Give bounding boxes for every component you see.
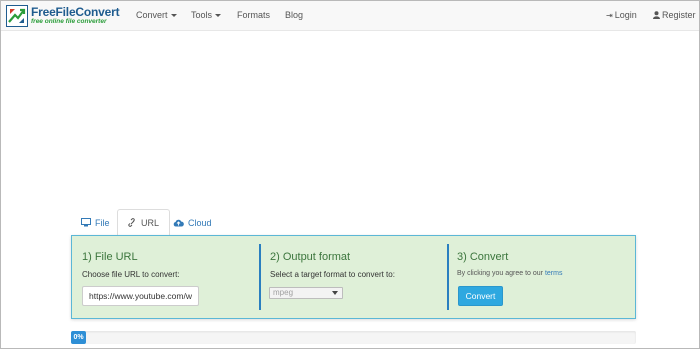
nav-formats-link[interactable]: Formats (237, 10, 270, 20)
tab-file-label: File (95, 217, 110, 228)
step2-title: 2) Output format (270, 251, 351, 263)
nav-tools-dropdown[interactable]: Tools (191, 10, 222, 20)
step1-title: 1) File URL (82, 251, 138, 263)
link-icon (128, 218, 137, 227)
monitor-icon (81, 218, 91, 227)
terms-link[interactable]: terms (545, 270, 563, 277)
nav-tools-label: Tools (191, 10, 213, 20)
nav-convert-label: Convert (136, 10, 168, 20)
user-icon (653, 11, 660, 19)
tab-cloud-label: Cloud (188, 217, 212, 228)
cloud-upload-icon (173, 219, 184, 227)
step-output-format: 2) Output format Select a target format … (261, 236, 447, 320)
step3-title: 3) Convert (457, 251, 509, 263)
output-format-select[interactable]: mpeg (269, 287, 343, 299)
tab-cloud[interactable]: Cloud (163, 209, 222, 236)
brand-logo[interactable]: FreeFileConvert free online file convert… (6, 4, 120, 28)
tab-file[interactable]: File (71, 209, 120, 236)
step-convert: 3) Convert By clicking you agree to our … (449, 236, 635, 320)
terms-note-text: By clicking you agree to our (457, 270, 543, 277)
source-tabs: File URL Cloud (71, 209, 636, 236)
progress-track: 0% (71, 331, 636, 344)
nav-register-link[interactable]: Register (653, 10, 696, 20)
nav-login-link[interactable]: ⇥ Login (606, 10, 637, 20)
step-file-url: 1) File URL Choose file URL to convert: … (72, 236, 259, 320)
step1-label: Choose file URL to convert: (82, 270, 180, 279)
nav-register-label: Register (662, 10, 696, 20)
brand-subtitle: free online file converter (31, 18, 107, 26)
progress-bar: 0% (71, 331, 86, 344)
caret-down-icon (170, 14, 177, 18)
logo-icon (6, 5, 28, 27)
convert-button[interactable]: Convert (458, 286, 503, 306)
nav-blog-link[interactable]: Blog (285, 10, 303, 20)
brand-title: FreeFileConvert (31, 5, 120, 20)
output-format-value: mpeg (273, 288, 294, 297)
login-icon: ⇥ (606, 11, 613, 20)
convert-panel: 1) File URL Choose file URL to convert: … (71, 235, 636, 319)
select-arrow-icon (332, 291, 338, 295)
tab-url-label: URL (141, 217, 160, 228)
url-input[interactable]: https://www.youtube.com/w (82, 286, 199, 306)
terms-note: By clicking you agree to our terms (457, 270, 562, 277)
step2-label: Select a target format to convert to: (270, 270, 395, 279)
navbar: FreeFileConvert free online file convert… (1, 1, 699, 31)
nav-login-label: Login (614, 10, 637, 20)
caret-down-icon (215, 14, 222, 18)
nav-convert-dropdown[interactable]: Convert (136, 10, 177, 20)
